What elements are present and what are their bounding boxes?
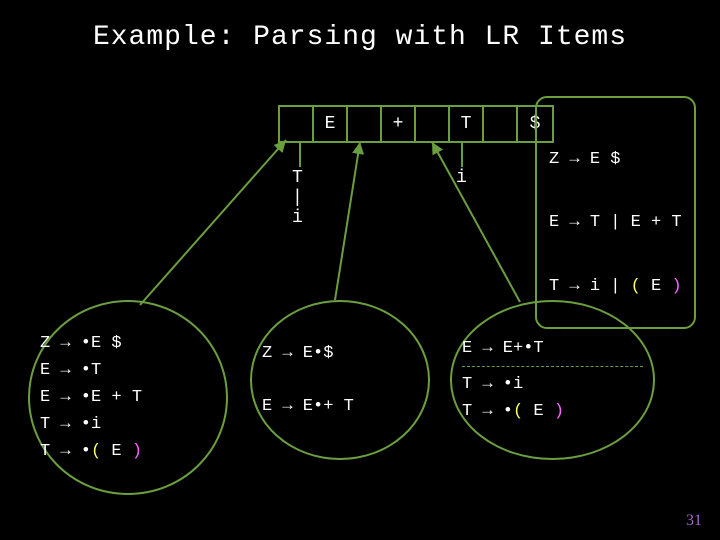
input-stack: E + T $ (278, 105, 554, 143)
lr-item: T → •( E ) (40, 438, 216, 465)
stack-cell (348, 107, 382, 141)
pointer-line-icon (461, 141, 463, 167)
item-set-3: E → E+•T T → •i T → •( E ) (450, 300, 655, 460)
edge-line (432, 142, 520, 302)
grammar-rule: E → T | E + T (549, 212, 682, 233)
pointer-line-icon (299, 141, 301, 167)
grammar-rule: Z → E $ (549, 149, 682, 170)
item-set-2: Z → E•$ E → E•+ T (250, 300, 430, 460)
stack-cell: + (382, 107, 416, 141)
parse-tree-right: i (456, 168, 467, 188)
lr-item: E → •T (40, 357, 216, 384)
lr-item: T → •( E ) (462, 398, 643, 425)
lr-item: Z → •E $ (40, 330, 216, 357)
parse-tree-left: T | i (292, 168, 303, 228)
grammar-box: Z → E $ E → T | E + T T → i | ( E ) (535, 96, 696, 329)
stack-cell: T (450, 107, 484, 141)
stack-cell (484, 107, 518, 141)
slide-title: Example: Parsing with LR Items (0, 0, 720, 53)
lr-item: E → •E + T (40, 384, 216, 411)
lr-item: E → E•+ T (262, 393, 418, 420)
page-number: 31 (686, 512, 702, 530)
lr-item: Z → E•$ (262, 340, 418, 367)
lr-item: E → E+•T (462, 335, 643, 362)
stack-cell (416, 107, 450, 141)
edge-line (140, 140, 286, 305)
stack-cell (280, 107, 314, 141)
divider (462, 366, 643, 367)
edge-line (335, 142, 360, 300)
stack-cell: E (314, 107, 348, 141)
grammar-rule: T → i | ( E ) (549, 276, 682, 297)
item-set-1: Z → •E $ E → •T E → •E + T T → •i T → •(… (28, 300, 228, 495)
lr-item: T → •i (40, 411, 216, 438)
lr-item: T → •i (462, 371, 643, 398)
